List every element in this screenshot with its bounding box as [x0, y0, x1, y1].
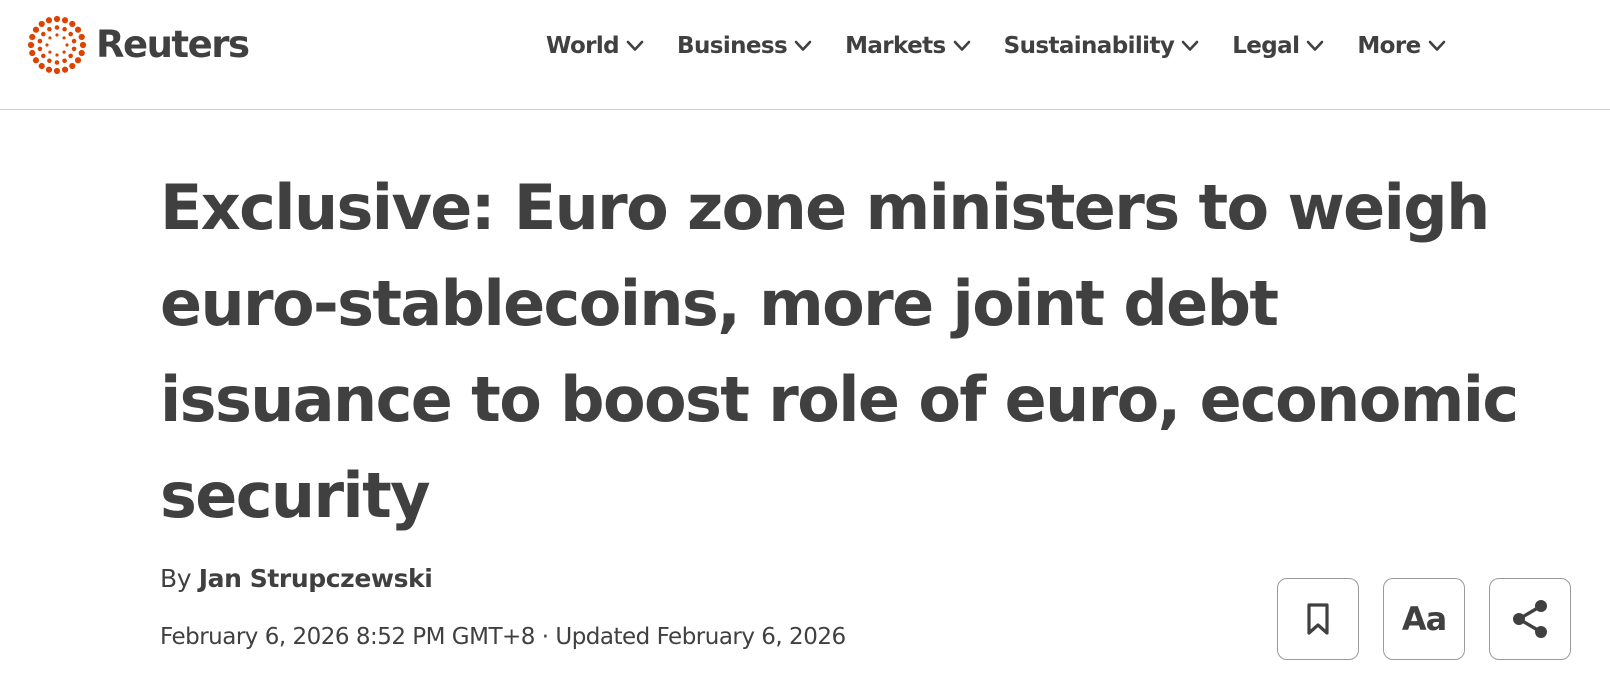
logo-dot — [62, 26, 67, 32]
logo-dot — [48, 36, 52, 40]
byline-prefix: By — [160, 564, 192, 593]
logo-dot — [62, 50, 66, 54]
bookmark-icon — [1307, 603, 1329, 635]
brand-name: Reuters — [96, 22, 250, 66]
logo-dot — [55, 53, 59, 57]
logo-dot — [61, 17, 69, 24]
logo-dot — [29, 33, 36, 41]
logo-dot — [62, 58, 67, 64]
chevron-down-icon — [1307, 40, 1324, 51]
main-nav: World Business Markets Sustainability Le… — [546, 26, 1479, 66]
logo-dot — [45, 66, 53, 73]
text-size-label: Aa — [1401, 600, 1447, 638]
chevron-down-icon — [1428, 40, 1445, 51]
nav-item-sustainability[interactable]: Sustainability — [1004, 33, 1200, 59]
logo-dot — [53, 15, 61, 23]
reuters-home-link[interactable]: Reuters — [26, 14, 250, 76]
logo-dot — [41, 53, 46, 59]
logo-dot — [61, 66, 69, 73]
logo-dot — [48, 50, 52, 54]
nav-item-markets[interactable]: Markets — [845, 33, 971, 59]
logo-dot — [74, 26, 82, 33]
chevron-down-icon — [953, 40, 970, 51]
text-size-button[interactable]: Aa — [1383, 578, 1465, 660]
share-icon — [1513, 600, 1547, 638]
article-dateline: February 6, 2026 8:52 PM GMT+8 · Updated… — [160, 624, 846, 650]
logo-dot — [55, 33, 59, 37]
nav-item-label: Markets — [845, 33, 946, 59]
logo-dot — [47, 26, 52, 32]
logo-dot — [71, 46, 77, 52]
byline: By Jan Strupczewski — [160, 564, 433, 593]
logo-dot — [38, 62, 45, 70]
logo-dot — [54, 25, 60, 30]
share-button[interactable] — [1489, 578, 1571, 660]
nav-item-label: World — [546, 33, 620, 59]
logo-dot — [32, 57, 40, 64]
logo-dot — [47, 58, 52, 64]
logo-dot — [74, 57, 82, 64]
nav-item-label: Business — [677, 33, 788, 59]
nav-item-world[interactable]: World — [546, 33, 644, 59]
logo-dot — [71, 38, 77, 44]
nav-item-label: More — [1357, 33, 1421, 59]
logo-dot — [78, 49, 85, 57]
logo-dot — [68, 31, 73, 37]
chevron-down-icon — [1181, 40, 1199, 51]
logo-dot — [65, 43, 69, 47]
logo-dot — [45, 17, 53, 24]
logo-dot — [27, 41, 35, 49]
reuters-logo-icon — [27, 15, 87, 75]
logo-dot — [32, 26, 40, 33]
logo-dot — [45, 43, 49, 47]
logo-dot — [38, 20, 45, 28]
article-tools: Aa — [1277, 578, 1571, 660]
nav-item-more[interactable]: More — [1357, 33, 1445, 59]
nav-item-label: Sustainability — [1003, 33, 1175, 59]
nav-item-legal[interactable]: Legal — [1232, 33, 1324, 59]
logo-dot — [37, 46, 43, 52]
logo-dot — [54, 60, 60, 65]
logo-dot — [41, 31, 46, 37]
author-link[interactable]: Jan Strupczewski — [199, 564, 433, 593]
logo-dot — [69, 20, 76, 28]
logo-dot — [69, 62, 76, 70]
page: Reuters World Business Markets Sustainab… — [0, 0, 1610, 676]
chevron-down-icon — [794, 40, 812, 51]
article-headline: Exclusive: Euro zone ministers to weigh … — [160, 171, 1519, 532]
nav-item-label: Legal — [1232, 33, 1300, 59]
nav-item-business[interactable]: Business — [677, 33, 812, 59]
chevron-down-icon — [626, 40, 644, 51]
site-header: Reuters World Business Markets Sustainab… — [0, 0, 1610, 110]
logo-dot — [79, 41, 87, 49]
bookmark-button[interactable] — [1277, 578, 1359, 660]
logo-dot — [62, 36, 66, 40]
logo-dot — [37, 38, 43, 44]
logo-dot — [53, 67, 61, 75]
logo-dot — [68, 53, 73, 59]
logo-dot — [78, 33, 85, 41]
logo-dot — [29, 49, 36, 57]
